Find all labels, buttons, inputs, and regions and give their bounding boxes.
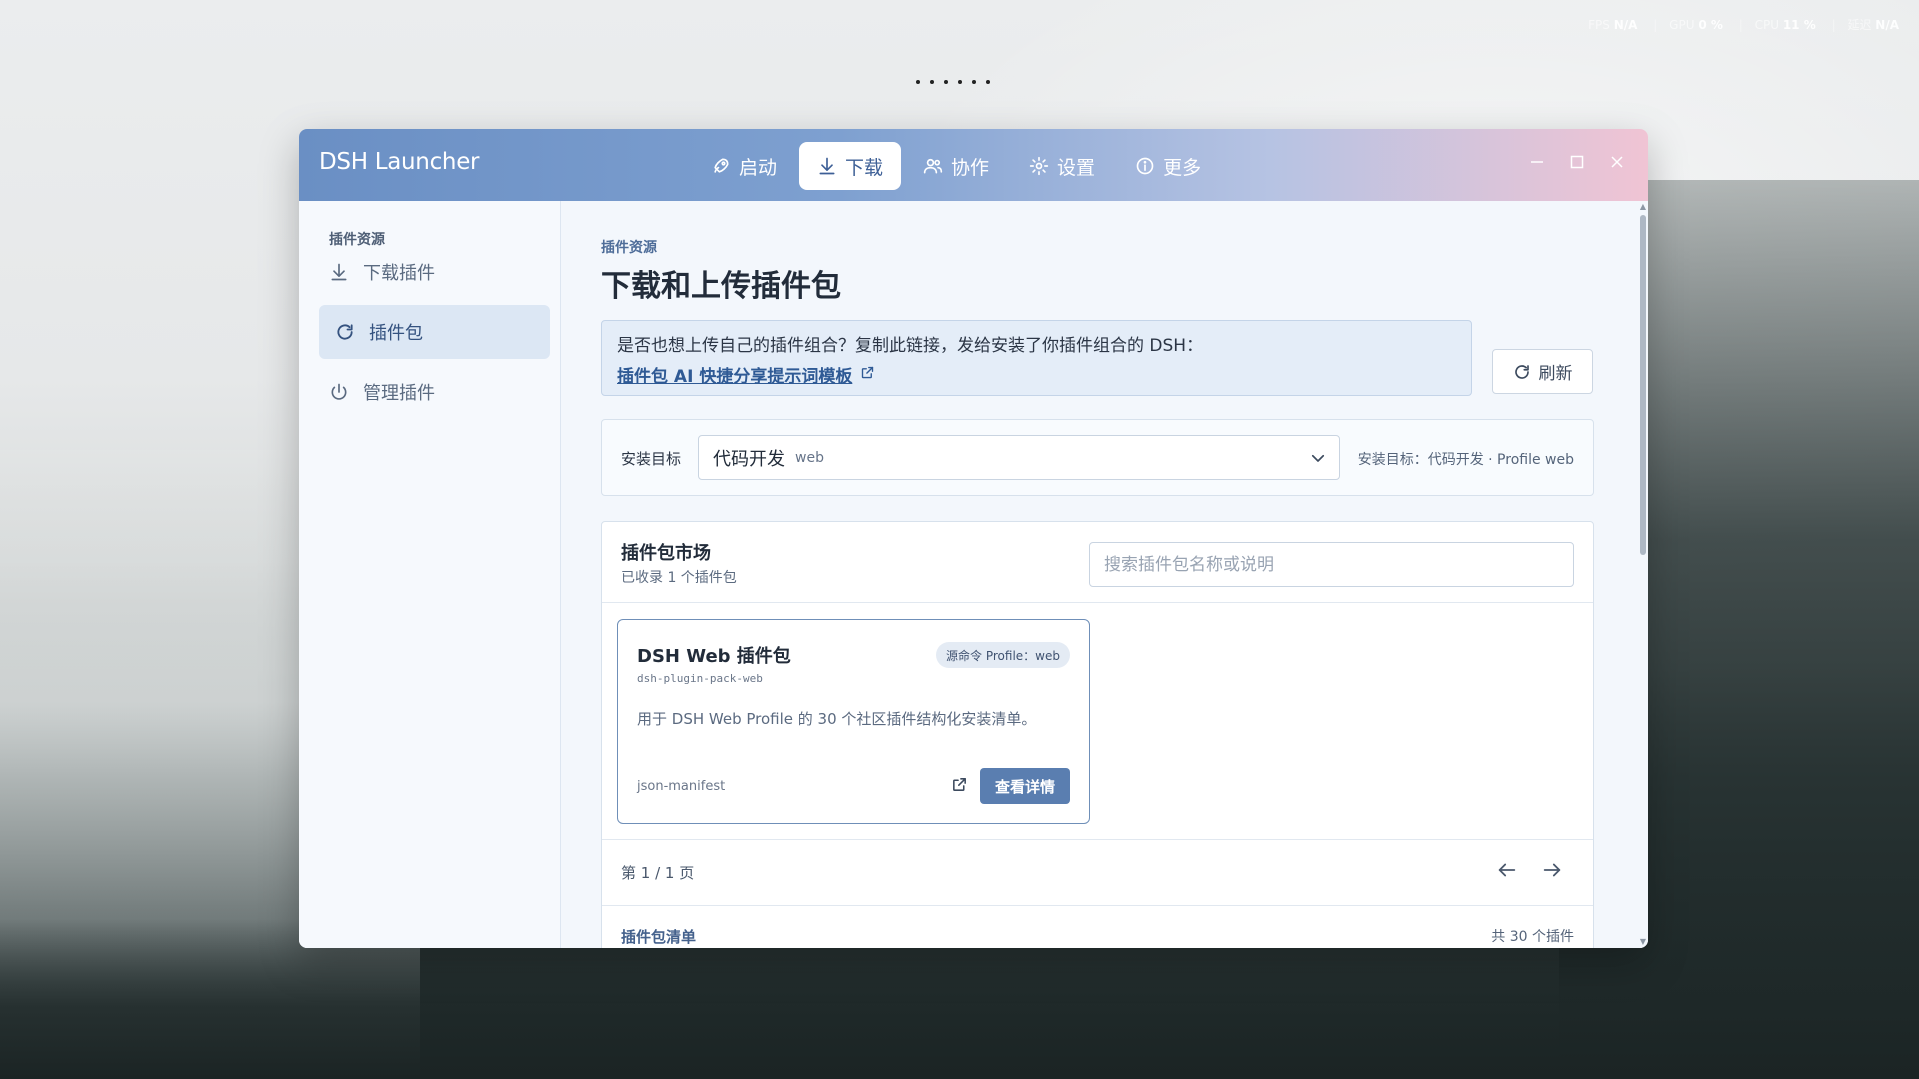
window-drag-handle[interactable] (916, 80, 990, 84)
sidebar-item-label: 管理插件 (363, 383, 435, 404)
refresh-button[interactable]: 刷新 (1492, 349, 1593, 394)
minimize-icon[interactable] (1528, 153, 1546, 171)
gpu-label: GPU (1669, 18, 1695, 32)
latency-value: N/A (1875, 18, 1899, 32)
install-target-summary: 安装目标：代码开发 · Profile web (1357, 452, 1574, 468)
nav-launch-label: 启动 (739, 156, 778, 179)
divider (602, 602, 1593, 603)
sidebar-item-label: 下载插件 (363, 263, 435, 284)
nav-download[interactable]: 下载 (799, 142, 902, 190)
title-bar[interactable]: DSH Launcher 启动 下载 协作 设置 更多 (299, 129, 1648, 201)
app-window: DSH Launcher 启动 下载 协作 设置 更多 插件资源 下载插件 插件… (299, 129, 1648, 948)
info-icon (1135, 156, 1155, 176)
market-title: 插件包市场 (621, 543, 711, 564)
sidebar-item-plugin-packs[interactable]: 插件包 (319, 305, 550, 359)
share-template-link[interactable]: 插件包 AI 快捷分享提示词模板 (617, 362, 875, 387)
close-icon[interactable] (1608, 153, 1626, 171)
pagination-info: 第 1 / 1 页 (621, 864, 695, 882)
prev-page-button[interactable] (1496, 859, 1518, 881)
download-icon (817, 156, 837, 176)
window-controls (1528, 153, 1626, 171)
scrollbar[interactable]: ▲ ▼ (1638, 201, 1648, 948)
external-link-icon (860, 365, 875, 385)
pack-id: dsh-plugin-pack-web (637, 672, 763, 685)
scroll-down-arrow-icon[interactable]: ▼ (1639, 938, 1647, 946)
install-target-profile: web (795, 449, 824, 466)
top-nav: 启动 下载 协作 设置 更多 (693, 142, 1219, 190)
notice-text: 是否也想上传自己的插件组合？复制此链接，发给安装了你插件组合的 DSH： (617, 336, 1204, 356)
sidebar-item-download-plugins[interactable]: 下载插件 (319, 245, 550, 299)
refresh-icon (335, 322, 355, 342)
cpu-label: CPU (1754, 18, 1779, 32)
page-title: 下载和上传插件包 (601, 269, 841, 304)
fps-label: FPS (1588, 18, 1610, 32)
divider (602, 839, 1593, 840)
nav-collab-label: 协作 (951, 156, 990, 179)
divider (602, 905, 1593, 906)
sidebar-item-label: 插件包 (369, 323, 423, 344)
download-icon (329, 262, 349, 282)
gear-icon (1029, 156, 1049, 176)
share-notice: 是否也想上传自己的插件组合？复制此链接，发给安装了你插件组合的 DSH： 插件包… (601, 320, 1472, 396)
nav-more[interactable]: 更多 (1117, 142, 1219, 190)
install-target-select[interactable]: 代码开发 web (698, 435, 1340, 480)
market-search-input[interactable] (1089, 542, 1574, 587)
users-icon (923, 156, 943, 176)
gpu-value: 0 % (1698, 18, 1723, 32)
fps-value: N/A (1613, 18, 1638, 32)
pack-name: DSH Web 插件包 (637, 646, 791, 667)
main-content: 插件资源 下载和上传插件包 是否也想上传自己的插件组合？复制此链接，发给安装了你… (562, 201, 1638, 948)
rocket-icon (711, 156, 731, 176)
install-target-label: 安装目标 (621, 450, 682, 468)
pack-market: 插件包市场 已收录 1 个插件包 DSH Web 插件包 dsh-plugin-… (601, 521, 1594, 948)
breadcrumb: 插件资源 (601, 240, 657, 256)
nav-settings-label: 设置 (1057, 156, 1096, 179)
pack-list-title: 插件包清单 (621, 928, 697, 946)
sidebar: 插件资源 下载插件 插件包 管理插件 (299, 201, 561, 948)
sidebar-item-manage-plugins[interactable]: 管理插件 (319, 365, 550, 419)
share-template-link-label: 插件包 AI 快捷分享提示词模板 (617, 367, 853, 387)
power-icon (329, 382, 349, 402)
app-title: DSH Launcher (319, 149, 480, 175)
next-page-button[interactable] (1541, 859, 1563, 881)
install-target-value: 代码开发 (713, 448, 785, 470)
nav-settings[interactable]: 设置 (1011, 142, 1113, 190)
scrollbar-thumb[interactable] (1640, 215, 1646, 555)
view-details-button[interactable]: 查看详情 (980, 768, 1070, 804)
performance-overlay: FPS N/A | GPU 0 % | CPU 11 % | 延迟 N/A (1588, 18, 1899, 32)
pack-source-badge: 源命令 Profile：web (936, 642, 1070, 668)
nav-download-label: 下载 (845, 156, 884, 179)
cpu-value: 11 % (1782, 18, 1816, 32)
chevron-down-icon (1309, 449, 1327, 467)
refresh-icon (1513, 363, 1531, 381)
pack-card[interactable]: DSH Web 插件包 dsh-plugin-pack-web 源命令 Prof… (617, 619, 1090, 824)
scroll-up-arrow-icon[interactable]: ▲ (1639, 203, 1647, 211)
pack-list-count: 共 30 个插件 (1491, 929, 1574, 945)
pack-format: json-manifest (637, 779, 726, 794)
nav-more-label: 更多 (1163, 156, 1202, 179)
nav-collab[interactable]: 协作 (905, 142, 1007, 190)
maximize-icon[interactable] (1568, 153, 1586, 171)
pack-description: 用于 DSH Web Profile 的 30 个社区插件结构化安装清单。 (637, 710, 1037, 728)
refresh-button-label: 刷新 (1538, 364, 1573, 384)
market-count: 已收录 1 个插件包 (621, 570, 737, 586)
latency-label: 延迟 (1847, 18, 1872, 32)
install-target-card: 安装目标 代码开发 web 安装目标：代码开发 · Profile web (601, 419, 1594, 496)
external-link-icon[interactable] (951, 776, 969, 794)
nav-launch[interactable]: 启动 (693, 142, 795, 190)
